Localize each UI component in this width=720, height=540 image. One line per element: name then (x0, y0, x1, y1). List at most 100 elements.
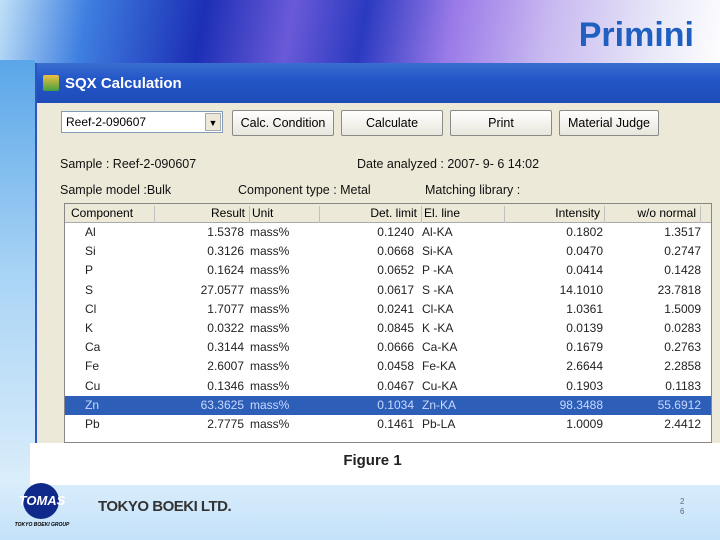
cell-result: 0.1346 (207, 378, 244, 393)
cell-el-line: Fe-KA (422, 359, 457, 374)
cell-component: Cu (85, 378, 101, 393)
cell-wo-normal: 55.6912 (657, 397, 701, 412)
cell-intensity: 0.0139 (566, 320, 603, 335)
cell-det-limit: 0.1034 (377, 397, 414, 412)
cell-result: 27.0577 (200, 282, 244, 297)
table-row[interactable]: P 0.1624 mass% 0.0652 P -KA 0.0414 0.1428 (65, 261, 711, 280)
cell-det-limit: 0.0845 (377, 320, 414, 335)
calculate-button[interactable]: Calculate (341, 110, 443, 136)
cell-result: 0.1624 (207, 263, 244, 278)
component-type: Component type : Metal (238, 183, 371, 197)
cell-wo-normal: 2.2858 (664, 359, 701, 374)
cell-wo-normal: 0.0283 (664, 320, 701, 335)
cell-det-limit: 0.0668 (377, 244, 414, 259)
company-name: TOKYO BOEKI LTD. (98, 498, 232, 515)
results-table: Component Result Unit Det. limit El. line Int… (64, 203, 712, 443)
cell-det-limit: 0.0652 (377, 263, 414, 278)
column-header-intensity[interactable]: Intensity (505, 206, 605, 223)
cell-wo-normal: 1.3517 (664, 225, 701, 239)
table-row[interactable]: Ca 0.3144 mass% 0.0666 Ca-KA 0.1679 0.2763 (65, 338, 711, 357)
cell-result: 0.3126 (207, 244, 244, 259)
calc-condition-button[interactable]: Calc. Condition (232, 110, 334, 136)
cell-el-line: Cl-KA (422, 301, 454, 316)
table-row[interactable]: K 0.0322 mass% 0.0845 K -KA 0.0139 0.0283 (65, 319, 711, 338)
table-body: Al 1.5378 mass% 0.1240 Al-KA 0.1802 1.3517 Si 0.… (65, 223, 711, 434)
cell-intensity: 1.0009 (566, 416, 603, 431)
table-row[interactable]: Fe 2.6007 mass% 0.0458 Fe-KA 2.6644 2.2858 (65, 357, 711, 376)
cell-intensity: 2.6644 (566, 359, 603, 374)
cell-unit: mass% (250, 225, 290, 239)
table-header: Component Result Unit Det. limit El. line Int… (65, 204, 711, 223)
cell-el-line: Ca-KA (422, 340, 458, 355)
cell-intensity: 0.1802 (566, 225, 603, 239)
cell-wo-normal: 0.1428 (664, 263, 701, 278)
cell-unit: mass% (250, 320, 290, 335)
material-judge-button[interactable]: Material Judge (559, 110, 659, 136)
cell-result: 63.3625 (200, 397, 244, 412)
table-row[interactable]: Cl 1.7077 mass% 0.0241 Cl-KA 1.0361 1.5009 (65, 300, 711, 319)
cell-component: K (85, 320, 94, 335)
cell-result: 0.0322 (207, 320, 244, 335)
table-row[interactable]: S 27.0577 mass% 0.0617 S -KA 14.1010 23.7818 (65, 281, 711, 300)
cell-component: Zn (85, 397, 100, 412)
matching-library: Matching library : (425, 183, 521, 197)
column-header-result[interactable]: Result (155, 206, 250, 223)
left-decoration (0, 60, 35, 490)
table-row[interactable]: Zn 63.3625 mass% 0.1034 Zn-KA 98.3488 55.6912 (65, 395, 711, 415)
cell-unit: mass% (250, 244, 290, 259)
cell-unit: mass% (250, 282, 290, 297)
table-row[interactable]: Pb 2.7775 mass% 0.1461 Pb-LA 1.0009 2.4412 (65, 415, 711, 434)
cell-wo-normal: 0.1183 (665, 378, 701, 393)
cell-intensity: 98.3488 (559, 397, 603, 412)
cell-el-line: Si-KA (422, 244, 453, 259)
cell-component: Pb (85, 416, 100, 431)
cell-el-line: Al-KA (422, 225, 453, 239)
title-bar: SQX Calculation (37, 63, 720, 103)
cell-intensity: 1.0361 (566, 301, 603, 316)
column-header-component[interactable]: Component (69, 206, 155, 223)
cell-det-limit: 0.0617 (377, 282, 414, 297)
cell-wo-normal: 1.5009 (664, 301, 701, 316)
cell-det-limit: 0.0458 (377, 359, 414, 374)
cell-det-limit: 0.1240 (377, 225, 414, 239)
column-header-wo-normal[interactable]: w/o normal (605, 206, 701, 223)
cell-det-limit: 0.0467 (377, 378, 414, 393)
cell-unit: mass% (250, 416, 290, 431)
chevron-down-icon[interactable]: ▼ (205, 113, 221, 131)
tomas-logo: TOMAS TOKYO BOEKI GROUP (14, 483, 70, 531)
cell-unit: mass% (250, 301, 290, 316)
table-row[interactable]: Si 0.3126 mass% 0.0668 Si-KA 0.0470 0.2747 (65, 242, 711, 261)
cell-intensity: 0.0414 (566, 263, 603, 278)
cell-det-limit: 0.0241 (377, 301, 414, 316)
cell-det-limit: 0.1461 (377, 416, 414, 431)
cell-el-line: K -KA (422, 320, 454, 335)
cell-result: 1.7077 (207, 301, 244, 316)
sample-label: Sample : Reef-2-090607 (60, 157, 197, 171)
column-header-el-line[interactable]: El. line (422, 206, 505, 223)
cell-unit: mass% (250, 397, 290, 412)
print-button[interactable]: Print (450, 110, 552, 136)
table-row[interactable]: Al 1.5378 mass% 0.1240 Al-KA 0.1802 1.3517 (65, 223, 711, 242)
cell-unit: mass% (250, 263, 290, 278)
cell-intensity: 0.1679 (566, 340, 603, 355)
sample-select[interactable]: Reef-2-090607 ▼ (61, 111, 223, 133)
cell-component: Fe (85, 359, 100, 374)
sqx-calculation-window: SQX Calculation Reef-2-090607 ▼ Calc. Con… (35, 63, 720, 443)
cell-el-line: Cu-KA (422, 378, 458, 393)
table-row[interactable]: Cu 0.1346 mass% 0.0467 Cu-KA 0.1903 0.1183 (65, 377, 711, 396)
column-header-unit[interactable]: Unit (250, 206, 320, 223)
cell-el-line: Pb-LA (422, 416, 456, 431)
sample-model: Sample model :Bulk (60, 183, 172, 197)
cell-unit: mass% (250, 359, 290, 374)
cell-component: Si (85, 244, 96, 259)
cell-det-limit: 0.0666 (377, 340, 414, 355)
cell-intensity: 14.1010 (559, 282, 603, 297)
column-header-det-limit[interactable]: Det. limit (320, 206, 422, 223)
figure-caption: Figure 1 (343, 452, 402, 469)
cell-unit: mass% (250, 340, 290, 355)
cell-intensity: 0.1903 (566, 378, 603, 393)
cell-result: 1.5378 (207, 225, 244, 239)
window-title: SQX Calculation (65, 74, 182, 92)
app-icon (43, 75, 59, 91)
page-number: 26 (680, 497, 685, 516)
